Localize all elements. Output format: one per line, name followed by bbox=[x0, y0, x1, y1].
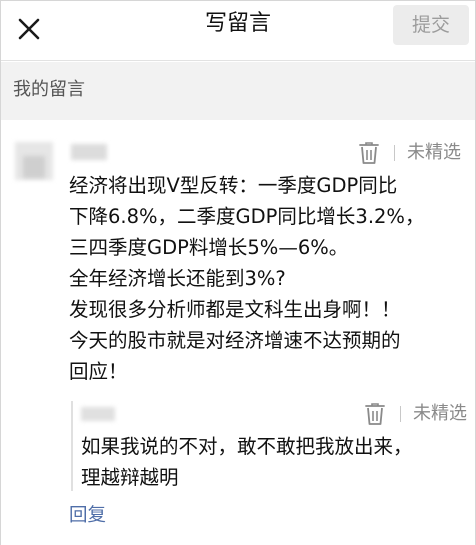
section-header: 我的留言 bbox=[1, 62, 475, 120]
comment-text: 经济将出现V型反转：一季度GDP同比 下降6.8%，二季度GDP同比增长3.2%… bbox=[69, 170, 469, 387]
comment-editor-page: 写留言 提交 我的留言 未精选 经济将出现V型反转：一季度GDP同比 下降6.8… bbox=[0, 0, 476, 545]
comment-line: 今天的股市就是对经济增速不达预期的 bbox=[69, 329, 401, 352]
submit-button[interactable]: 提交 bbox=[393, 5, 469, 45]
action-divider bbox=[394, 145, 395, 161]
comment-line: 回应！ bbox=[69, 360, 128, 383]
comment-line: 下降6.8%，二季度GDP同比增长3.2%， bbox=[69, 205, 425, 228]
trash-icon[interactable] bbox=[364, 402, 386, 426]
action-divider bbox=[400, 406, 401, 422]
reply-username-blurred bbox=[81, 407, 115, 421]
reply-link[interactable]: 回复 bbox=[69, 503, 106, 529]
avatar-blur-detail bbox=[23, 156, 45, 178]
username-blurred bbox=[71, 144, 107, 160]
comment-card: 未精选 经济将出现V型反转：一季度GDP同比 下降6.8%，二季度GDP同比增长… bbox=[1, 120, 475, 545]
comment-line: 全年经济增长还能到3%? bbox=[69, 267, 286, 290]
top-bar: 写留言 提交 bbox=[1, 1, 475, 61]
reply-block: 未精选 如果我说的不对，敢不敢把我放出来， 理越辩越明 bbox=[71, 401, 467, 491]
comment-actions: 未精选 bbox=[358, 140, 461, 166]
reply-actions: 未精选 bbox=[364, 401, 467, 427]
reply-line: 如果我说的不对，敢不敢把我放出来， bbox=[81, 435, 413, 458]
reply-select-status-label[interactable]: 未精选 bbox=[413, 402, 467, 426]
select-status-label[interactable]: 未精选 bbox=[407, 141, 461, 165]
reply-text: 如果我说的不对，敢不敢把我放出来， 理越辩越明 bbox=[81, 431, 469, 493]
trash-icon[interactable] bbox=[358, 141, 380, 165]
comment-line: 发现很多分析师都是文科生出身啊！！ bbox=[69, 298, 401, 321]
section-title: 我的留言 bbox=[13, 79, 85, 100]
comment-line: 经济将出现V型反转：一季度GDP同比 bbox=[69, 174, 398, 197]
reply-line: 理越辩越明 bbox=[81, 466, 179, 489]
comment-line: 三四季度GDP料增长5%—6%。 bbox=[69, 236, 349, 259]
